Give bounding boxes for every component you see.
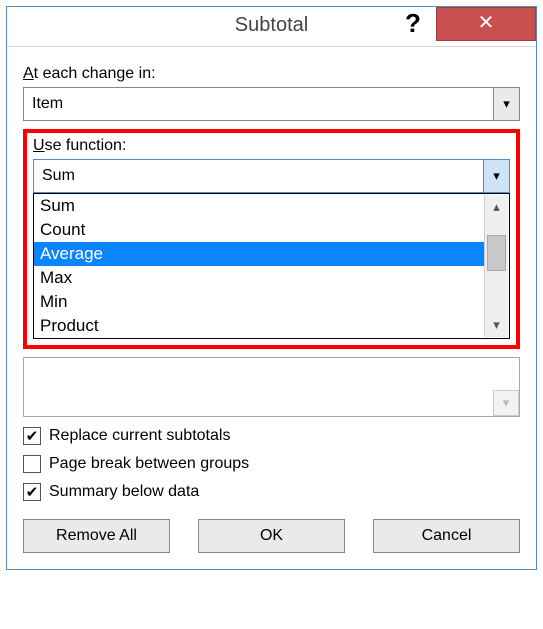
close-button[interactable]: ✕ [436,7,536,41]
dialog-button-row: Remove All OK Cancel [23,519,520,553]
dialog-body: At each change in: Item ▾ Use function: … [7,47,536,569]
highlight-annotation: Use function: Sum ▾ SumCountAverageMaxMi… [23,129,520,349]
replace-subtotals-checkbox[interactable]: ✔ Replace current subtotals [23,427,520,445]
change-in-dropdown-button[interactable]: ▾ [493,88,519,120]
use-function-label: Use function: [33,137,510,155]
function-option[interactable]: Product [34,314,485,338]
scroll-down-button[interactable]: ▾ [485,313,508,337]
at-each-change-label: At each change in: [23,65,520,83]
list-scroll-down-button: ▾ [493,390,519,416]
chevron-down-icon: ▾ [503,395,510,411]
scroll-track[interactable] [485,219,508,313]
function-combo-value: Sum [34,167,483,185]
function-option[interactable]: Sum [34,194,485,218]
change-in-value: Item [24,95,493,113]
chevron-up-icon: ▴ [493,199,500,215]
chevron-down-icon: ▾ [503,96,510,112]
ok-button[interactable]: OK [198,519,345,553]
dropdown-scrollbar[interactable]: ▴ ▾ [484,195,508,337]
titlebar: Subtotal ? ✕ [7,7,536,47]
checkbox-icon: ✔ [23,427,41,445]
function-option[interactable]: Max [34,266,485,290]
change-in-combo[interactable]: Item ▾ [23,87,520,121]
function-option[interactable]: Count [34,218,485,242]
function-dropdown-list[interactable]: SumCountAverageMaxMinProduct ▴ ▾ [33,193,510,339]
function-dropdown-button[interactable]: ▾ [483,160,509,192]
function-option[interactable]: Min [34,290,485,314]
help-button[interactable]: ? [396,9,430,39]
function-option[interactable]: Average [34,242,485,266]
page-break-checkbox[interactable]: Page break between groups [23,455,520,473]
checkbox-icon [23,455,41,473]
summary-below-checkbox[interactable]: ✔ Summary below data [23,483,520,501]
scroll-up-button[interactable]: ▴ [485,195,508,219]
function-combo[interactable]: Sum ▾ [33,159,510,193]
scroll-thumb[interactable] [487,235,506,271]
subtotal-dialog: Subtotal ? ✕ At each change in: Item ▾ U… [6,6,537,570]
checkbox-icon: ✔ [23,483,41,501]
remove-all-button[interactable]: Remove All [23,519,170,553]
chevron-down-icon: ▾ [493,317,500,333]
cancel-button[interactable]: Cancel [373,519,520,553]
chevron-down-icon: ▾ [493,168,500,184]
add-subtotal-to-list[interactable]: ▾ [23,357,520,417]
